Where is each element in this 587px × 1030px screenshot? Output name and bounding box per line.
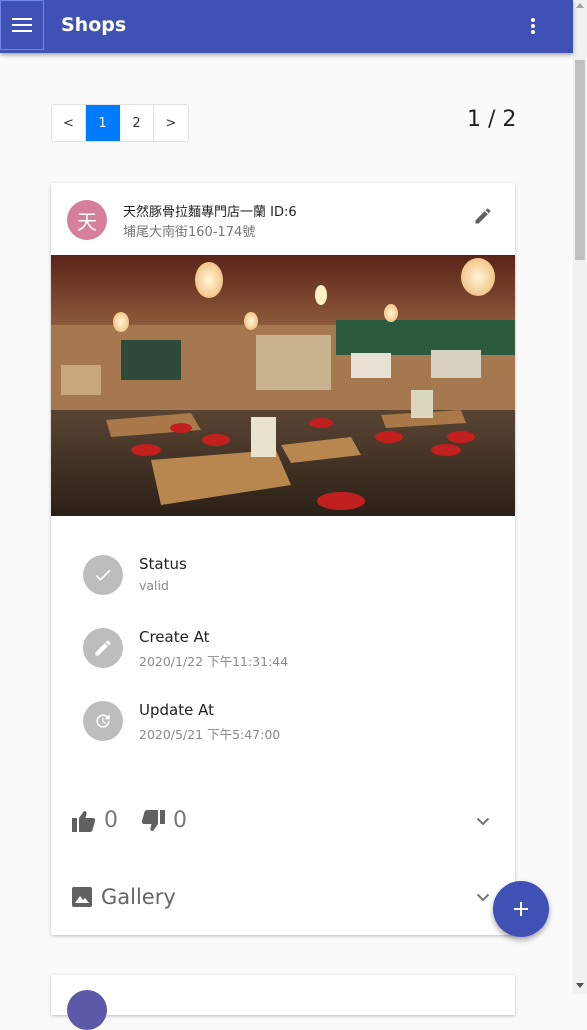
update-clock-icon (83, 701, 123, 741)
shop-address: 埔尾大南街160-174號 (123, 225, 256, 240)
check-icon (83, 555, 123, 595)
thumb-down-icon (141, 809, 165, 831)
pagination: < 1 2 > (51, 104, 189, 142)
more-options-button[interactable] (519, 12, 547, 40)
page-button-1[interactable]: 1 (86, 105, 120, 141)
pencil-icon (475, 208, 491, 224)
prev-page-button[interactable]: < (52, 105, 86, 141)
image-icon (72, 887, 92, 907)
more-vert-icon (531, 18, 535, 34)
shop-card: 天 天然豚骨拉麵專門店一蘭 ID:6 埔尾大南街160-174號 Status … (51, 183, 515, 935)
chevron-down-icon (476, 893, 490, 901)
scrollbar[interactable] (573, 0, 587, 994)
scroll-down-arrow-icon[interactable] (576, 983, 584, 988)
create-at-label: Create At (139, 628, 210, 646)
pencil-icon (83, 628, 123, 668)
status-value: valid (139, 578, 169, 593)
page-button-2[interactable]: 2 (120, 105, 154, 141)
create-at-value: 2020/1/22 下午11:31:44 (139, 654, 289, 669)
update-at-row: Update At 2020/5/21 下午5:47:00 (83, 699, 483, 745)
menu-button[interactable] (0, 0, 44, 50)
update-at-value: 2020/5/21 下午5:47:00 (139, 727, 281, 742)
page-indicator: 1 / 2 (467, 107, 517, 132)
shop-title: 天然豚骨拉麵專門店一蘭 ID:6 (123, 205, 297, 220)
shop-card (51, 975, 515, 1030)
thumb-up-icon (72, 810, 96, 832)
plus-icon (514, 902, 528, 916)
dislike-button[interactable]: 0 (141, 808, 187, 833)
avatar (67, 990, 107, 1030)
scroll-thumb[interactable] (575, 60, 585, 260)
edit-button[interactable] (469, 202, 497, 230)
status-row: Status valid (83, 553, 483, 599)
scroll-up-arrow-icon[interactable] (576, 3, 584, 8)
expand-details-button[interactable] (469, 807, 497, 835)
menu-icon (12, 18, 32, 32)
app-bar: Shops (0, 0, 573, 53)
dislike-count: 0 (173, 808, 187, 833)
add-shop-button[interactable] (493, 881, 549, 937)
gallery-header[interactable]: Gallery (72, 885, 176, 909)
like-button[interactable]: 0 (72, 808, 118, 833)
status-label: Status (139, 555, 187, 573)
next-page-button[interactable]: > (154, 105, 188, 141)
page-title: Shops (61, 14, 127, 36)
avatar: 天 (67, 200, 107, 240)
shop-photo (51, 255, 515, 516)
like-count: 0 (104, 808, 118, 833)
create-at-row: Create At 2020/1/22 下午11:31:44 (83, 626, 483, 672)
update-at-label: Update At (139, 701, 214, 719)
chevron-down-icon (476, 817, 490, 825)
gallery-label: Gallery (101, 885, 176, 909)
